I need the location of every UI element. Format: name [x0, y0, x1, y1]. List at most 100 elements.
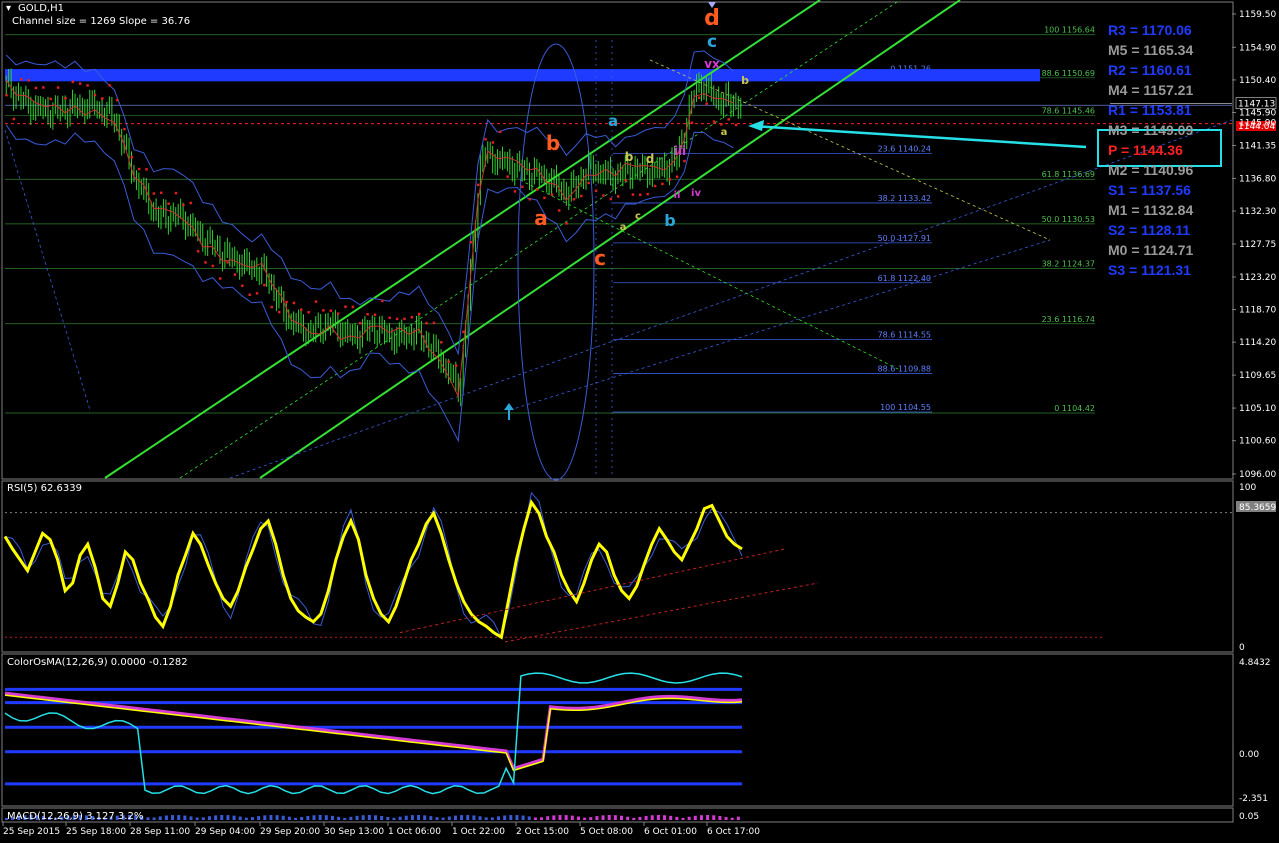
psar-dot: [528, 198, 531, 201]
macd-bar: [201, 817, 205, 820]
macd-bar: [576, 816, 580, 820]
psar-dot: [698, 96, 701, 100]
psar-dot: [513, 190, 517, 193]
fib-level-label: 38.2 1133.42: [878, 194, 931, 203]
wave-label: a: [608, 112, 618, 130]
psar-dot: [639, 193, 642, 197]
psar-dot: [218, 277, 222, 280]
psar-dot: [42, 86, 45, 89]
psar-dot: [388, 316, 391, 320]
channel-info: Channel size = 1269 Slope = 36.76: [12, 16, 190, 27]
macd-bar: [152, 817, 156, 820]
psar-dot: [108, 84, 111, 87]
pivot-label: P = 1144.36: [1108, 142, 1183, 158]
macd-bar: [718, 816, 722, 820]
psar-dot: [557, 209, 561, 212]
price-axis-tick-label: 1154.90: [1239, 43, 1276, 53]
macd-bar: [238, 816, 242, 820]
macd-bar: [699, 815, 703, 820]
price-axis-tick-label: 1127.75: [1239, 240, 1276, 250]
psar-dot: [580, 194, 583, 198]
wave-label: iii: [674, 144, 686, 158]
macd-bar: [164, 815, 168, 820]
macd-bar: [318, 815, 322, 820]
macd-bar: [220, 815, 224, 820]
fib-level-label: 100 1156.64: [1044, 26, 1095, 35]
price-axis-tick-label: 1096.00: [1239, 470, 1276, 480]
psar-dot: [233, 273, 237, 276]
macd-bar: [361, 815, 365, 820]
macd-bar: [533, 817, 537, 820]
psar-dot: [204, 261, 207, 264]
pivot-label: R3 = 1170.06: [1108, 22, 1192, 38]
psar-dot: [115, 98, 119, 102]
fib-level-label: 23.6 1140.24: [878, 145, 931, 154]
psar-dot: [417, 312, 421, 316]
psar-dot: [314, 300, 318, 303]
psar-dot: [550, 193, 554, 196]
osma-tick-zero: 0.00: [1239, 750, 1259, 760]
pivot-label: M0 = 1124.71: [1108, 242, 1193, 258]
macd-bar: [380, 815, 384, 820]
psar-dot: [572, 197, 576, 201]
psar-dot: [484, 138, 487, 141]
psar-dot: [64, 96, 67, 100]
rsi-panel-frame: [1, 480, 1234, 653]
wave-label: d: [704, 6, 720, 31]
macd-bar: [324, 815, 328, 820]
macd-bar: [343, 817, 347, 820]
wave-label: ii: [674, 190, 681, 201]
psar-dot: [381, 299, 384, 303]
pivot-label: M2 = 1140.96: [1108, 162, 1193, 178]
fib-level-label: 88.6 1150.69: [1042, 69, 1095, 78]
psar-dot: [189, 201, 192, 205]
wave-label: b: [741, 74, 749, 87]
psar-dot: [152, 192, 156, 195]
price-axis-tick-label: 1114.20: [1239, 338, 1276, 348]
psar-dot: [248, 293, 251, 297]
psar-dot: [196, 250, 200, 253]
psar-dot: [661, 182, 664, 186]
price-axis-tick-label: 1159.50: [1239, 10, 1276, 20]
macd-bar: [650, 815, 654, 820]
fib-level-label: 23.6 1116.74: [1042, 315, 1095, 324]
macd-bar: [423, 815, 427, 820]
macd-bar: [171, 815, 175, 820]
pivot-label: R2 = 1160.61: [1108, 62, 1192, 78]
psar-dot: [270, 305, 274, 309]
time-tick-label: 2 Oct 15:00: [516, 827, 569, 837]
macd-bar: [349, 816, 353, 820]
macd-bar: [540, 817, 544, 820]
psar-dot: [668, 178, 672, 181]
psar-dot: [86, 84, 89, 87]
pivot-label: R1 = 1153.81: [1108, 102, 1192, 118]
psar-dot: [137, 167, 141, 171]
psar-dot: [358, 322, 362, 325]
psar-dot: [720, 123, 723, 126]
macd-bar: [195, 817, 199, 820]
macd-bar: [497, 816, 500, 820]
psar-dot: [462, 330, 465, 334]
wave-label: b: [664, 211, 675, 230]
psar-dot: [167, 202, 170, 205]
time-tick-label: 5 Oct 08:00: [580, 827, 633, 837]
psar-dot: [675, 175, 679, 179]
psar-dot: [395, 317, 399, 321]
price-axis-tick-label: 1100.60: [1239, 437, 1276, 447]
macd-bar: [509, 815, 513, 820]
fib-level-label: 38.2 1124.37: [1042, 259, 1095, 268]
psar-dot: [211, 264, 215, 268]
resistance-band: [5, 69, 1040, 82]
rsi-tick-100: 100: [1239, 483, 1256, 493]
chart-canvas[interactable]: 100 1156.64 88.6 1150.69 78.6 1145.46 61.8 …: [0, 0, 1279, 843]
macd-bar: [189, 816, 193, 820]
psar-dot: [425, 321, 428, 325]
time-tick-label: 6 Oct 01:00: [644, 827, 697, 837]
psar-dot: [631, 193, 635, 196]
rsi-level-label: 85.3659: [1239, 503, 1276, 513]
time-axis: 25 Sep 2015 25 Sep 18:00 28 Sep 11:00 29 Se…: [2, 822, 760, 837]
macd-bar: [589, 817, 593, 820]
wave-label: c: [707, 32, 717, 52]
psar-dot: [93, 93, 97, 97]
macd-bar: [730, 817, 734, 820]
